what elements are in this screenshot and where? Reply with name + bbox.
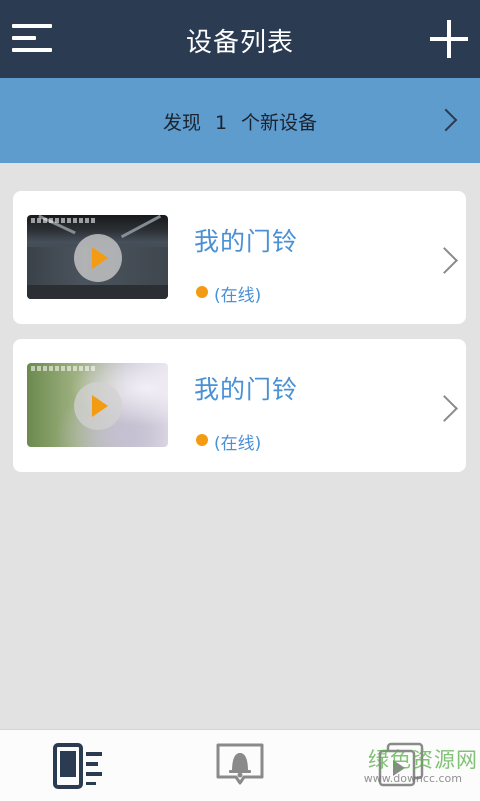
device-card[interactable]: 我的门铃 (在线) <box>13 191 466 324</box>
play-icon[interactable] <box>74 234 122 282</box>
camera-osd-text <box>31 366 95 371</box>
camera-osd-text <box>31 218 95 223</box>
new-device-count: 1 <box>214 112 228 134</box>
watermark-url: www.downcc.com <box>363 772 462 785</box>
new-device-text: 发现 1 个新设备 <box>0 108 480 135</box>
banner-suffix: 个新设备 <box>241 112 318 134</box>
thumbnail-beam <box>120 215 162 239</box>
device-list-icon <box>53 743 102 789</box>
watermark-logo: 绿色资源网 <box>368 748 478 772</box>
banner-prefix: 发现 <box>162 112 201 134</box>
tab-devices[interactable] <box>0 730 160 801</box>
device-thumbnail <box>27 215 168 299</box>
device-status: (在线) <box>214 434 262 454</box>
chevron-right-icon <box>431 247 458 274</box>
new-device-banner[interactable]: 发现 1 个新设备 <box>0 78 480 163</box>
device-status: (在线) <box>214 286 262 306</box>
play-icon[interactable] <box>74 382 122 430</box>
status-dot-icon <box>196 286 208 298</box>
add-device-button[interactable] <box>430 20 468 58</box>
thumbnail-floor <box>27 285 168 299</box>
bell-message-icon <box>216 743 264 785</box>
device-name: 我的门铃 <box>194 375 299 404</box>
chevron-right-icon <box>431 395 458 422</box>
tab-messages[interactable] <box>160 730 320 801</box>
status-dot-icon <box>196 434 208 446</box>
device-thumbnail <box>27 363 168 447</box>
app-header: 设备列表 <box>0 0 480 78</box>
device-card[interactable]: 我的门铃 (在线) <box>13 339 466 472</box>
device-name: 我的门铃 <box>194 227 299 256</box>
page-title: 设备列表 <box>185 28 294 58</box>
